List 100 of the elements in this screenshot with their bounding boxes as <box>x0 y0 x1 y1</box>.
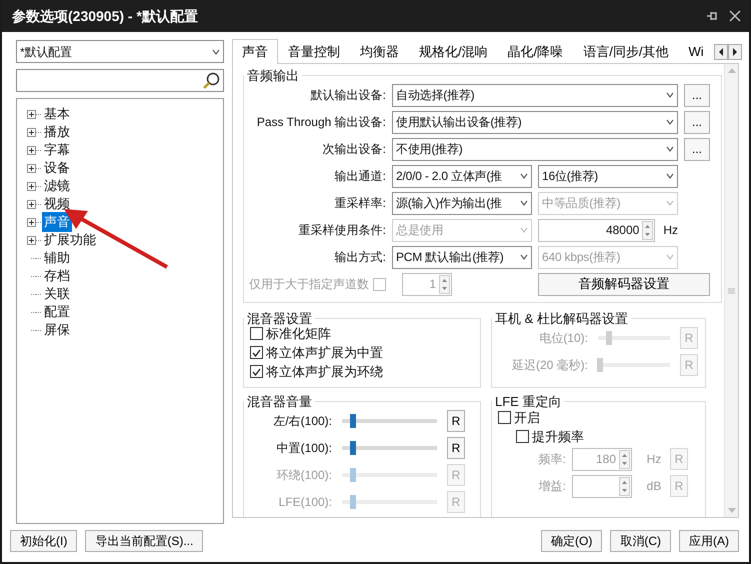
field-label: 输出方式: <box>334 249 386 266</box>
checkbox[interactable] <box>250 327 263 340</box>
tree-item[interactable]: 声音 <box>42 212 72 232</box>
tree-item[interactable]: 存档 <box>42 266 72 286</box>
dropdown[interactable]: 2/0/0 - 2.0 立体声(推 <box>392 164 532 188</box>
checkbox[interactable] <box>250 365 263 378</box>
slider-thumb[interactable] <box>350 441 356 456</box>
search-field[interactable] <box>16 69 224 92</box>
caret-icon <box>520 227 528 234</box>
tree-item[interactable]: 关联 <box>42 284 72 304</box>
unit-label: dB <box>646 478 662 496</box>
caret-icon <box>520 254 528 260</box>
footer-button[interactable]: 应用(A) <box>679 530 739 552</box>
tree-item[interactable]: 屏保 <box>42 320 72 340</box>
expand-icon[interactable] <box>27 110 36 118</box>
reset-button[interactable]: R <box>447 437 465 460</box>
checkbox[interactable] <box>250 346 263 360</box>
pin-icon[interactable] <box>705 9 719 23</box>
checkbox-label: 提升频率 <box>532 428 584 446</box>
tab[interactable]: 均衡器 <box>350 38 409 63</box>
field-label: Pass Through 输出设备: <box>256 114 386 132</box>
group-title: 混音器音量 <box>246 394 313 410</box>
tree-item[interactable]: 扩展功能 <box>42 230 98 250</box>
group-title: 混音器设置 <box>246 310 313 326</box>
more-button[interactable]: ... <box>684 138 710 161</box>
checkbox-label: 标准化矩阵 <box>266 324 331 343</box>
checkbox-label: 开启 <box>514 408 540 427</box>
footer-button[interactable]: 导出当前配置(S)... <box>85 530 204 552</box>
field-label: 输出通道: <box>334 168 386 186</box>
search-icon <box>202 72 220 90</box>
expand-icon[interactable] <box>27 146 36 154</box>
close-icon[interactable] <box>729 10 741 22</box>
tree-item[interactable]: 字幕 <box>42 140 72 160</box>
dropdown[interactable]: 源(输入)作为输出(推 <box>392 192 532 215</box>
tab[interactable]: 音量控制 <box>278 38 350 63</box>
tree-item[interactable]: 基本 <box>42 104 72 124</box>
checkbox[interactable] <box>498 410 511 424</box>
spin-field[interactable]: 48000 <box>538 218 656 242</box>
scroll-up-icon <box>728 68 736 73</box>
group-title: 音频输出 <box>246 68 300 84</box>
field-label: 频率: <box>538 451 566 468</box>
slider-thumb[interactable] <box>350 414 356 428</box>
caret-icon <box>520 173 528 180</box>
tree-item[interactable]: 播放 <box>42 122 72 142</box>
tree-item[interactable]: 配置 <box>42 302 72 322</box>
dropdown[interactable]: 使用默认输出设备(推荐) <box>392 110 678 134</box>
field-label: 重采样率: <box>334 195 386 212</box>
caret-icon <box>666 200 674 206</box>
field-label: 增益: <box>538 478 566 496</box>
tab[interactable]: Wi <box>678 38 714 63</box>
more-button[interactable]: ... <box>684 84 710 107</box>
footer-button[interactable]: 确定(O) <box>541 530 602 552</box>
scroll-left-icon[interactable] <box>714 44 728 60</box>
spin-field[interactable] <box>572 474 632 498</box>
footer-button[interactable]: 初始化(I) <box>10 530 78 552</box>
expand-icon[interactable] <box>27 164 36 172</box>
caret-icon <box>666 119 674 126</box>
tab[interactable]: 声音 <box>232 39 278 64</box>
decoder-settings-button[interactable]: 音频解码器设置 <box>538 272 710 296</box>
field-label: 次输出设备: <box>322 141 386 158</box>
slider-label: 延迟(20 毫秒): <box>510 356 588 374</box>
tree-item[interactable]: 设备 <box>42 158 72 178</box>
tree-item[interactable]: 视频 <box>42 194 72 214</box>
expand-icon[interactable] <box>27 200 36 208</box>
slider-label: LFE(100): <box>278 494 332 512</box>
slider-label: 环绕(100): <box>276 467 332 484</box>
expand-icon[interactable] <box>27 218 36 226</box>
scroll-right-icon[interactable] <box>728 44 742 60</box>
tab[interactable]: 规格化/混响 <box>409 38 498 63</box>
tab[interactable]: 语言/同步/其他 <box>573 38 678 63</box>
expand-icon[interactable] <box>27 182 36 190</box>
field-label: 重采样使用条件: <box>298 222 386 240</box>
slider-label: 中置(100): <box>276 440 332 458</box>
caret-icon <box>666 173 674 180</box>
unit-label: Hz <box>646 451 662 468</box>
check-icon <box>252 348 261 357</box>
spin-arrows-icon <box>619 476 630 496</box>
reset-button[interactable]: R <box>447 410 465 432</box>
dropdown[interactable]: 自动选择(推荐) <box>392 84 678 107</box>
more-button[interactable]: ... <box>684 110 710 134</box>
tree-item[interactable]: 滤镜 <box>42 176 72 196</box>
scroll-grip-icon <box>728 288 735 294</box>
caret-icon <box>666 146 674 152</box>
caret-icon <box>666 254 674 260</box>
caret-icon <box>212 48 220 54</box>
spin-arrows-icon <box>439 274 450 294</box>
spin-arrows-icon <box>619 450 630 469</box>
footer-button[interactable]: 取消(C) <box>610 530 671 552</box>
slider-label: 左/右(100): <box>272 413 332 430</box>
expand-icon[interactable] <box>27 128 36 136</box>
checkbox[interactable] <box>516 430 529 443</box>
dropdown[interactable]: *默认配置 <box>16 40 224 63</box>
tree-item[interactable]: 辅助 <box>42 248 72 268</box>
scrollbar[interactable] <box>724 64 738 517</box>
dropdown[interactable]: PCM 默认输出(推荐) <box>392 246 532 269</box>
tab[interactable]: 晶化/降噪 <box>498 38 574 63</box>
dropdown[interactable]: 不使用(推荐) <box>392 138 678 161</box>
group-title: 耳机 & 杜比解码器设置 <box>494 310 629 326</box>
expand-icon[interactable] <box>27 236 36 244</box>
dropdown[interactable]: 16位(推荐) <box>538 164 678 188</box>
